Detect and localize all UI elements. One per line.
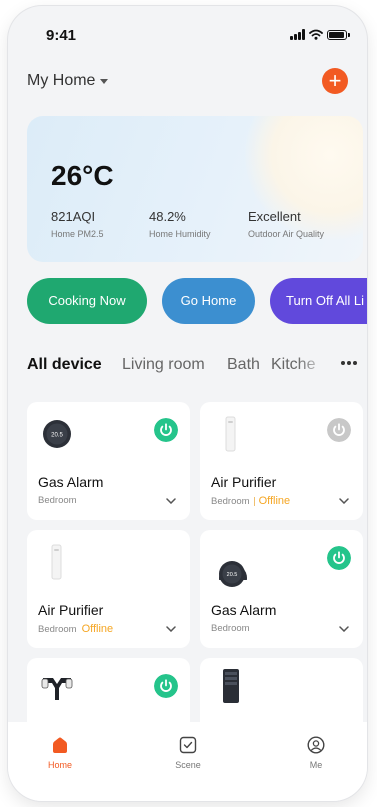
security-camera-icon	[41, 678, 73, 700]
wifi-icon	[309, 29, 323, 40]
tab-living-room[interactable]: Living room	[122, 356, 205, 374]
profile-icon	[307, 736, 325, 754]
stat-air-quality: Excellent Outdoor Air Quality	[248, 209, 324, 239]
battery-icon	[327, 29, 350, 40]
thermostat-icon: 20.5	[43, 420, 71, 448]
signal-icon	[290, 29, 305, 40]
scene-cooking-now-button[interactable]: Cooking Now	[27, 278, 147, 324]
chevron-down-icon[interactable]	[339, 626, 349, 632]
status-time: 9:41	[46, 27, 77, 44]
device-room: Bedroom	[38, 623, 77, 635]
thermostat-icon: 20.5	[219, 561, 245, 587]
device-card[interactable]: Air Purifier Bedroom Offline	[27, 530, 190, 648]
stat-value: Excellent	[248, 209, 301, 224]
status-icons	[290, 29, 350, 40]
device-name: Gas Alarm	[38, 474, 104, 490]
device-room-row: Bedroom	[38, 495, 77, 506]
more-icon[interactable]	[340, 360, 358, 366]
stat-label: Home PM2.5	[51, 229, 104, 239]
device-card[interactable]: 20.5 Gas Alarm Bedroom	[27, 402, 190, 520]
stat-humidity: 48.2% Home Humidity	[149, 209, 211, 239]
offline-status: Offline	[258, 495, 291, 507]
tab-fade	[297, 356, 337, 382]
stat-value: 48.2%	[149, 209, 186, 224]
power-on-icon[interactable]	[327, 546, 351, 570]
device-room-row: Bedroom Offline	[38, 623, 113, 635]
scene-icon	[179, 736, 197, 754]
stat-value: 821AQI	[51, 209, 96, 224]
room-tabs: All device Living room Bath Kitche	[27, 356, 367, 382]
chevron-down-icon[interactable]	[339, 498, 349, 504]
power-on-icon[interactable]	[154, 674, 178, 698]
device-card[interactable]: 20.5 Gas Alarm Bedroom	[200, 530, 363, 648]
device-card[interactable]: Air Purifier Bedroom Offline	[200, 402, 363, 520]
device-room-row: Bedroom	[211, 623, 250, 634]
tab-scene[interactable]: Scene	[148, 736, 228, 770]
device-name: Gas Alarm	[211, 602, 277, 618]
scene-shortcuts: Cooking Now Go Home Turn Off All Li	[27, 278, 367, 324]
control-panel-icon	[223, 669, 239, 703]
device-room: Bedroom	[211, 623, 250, 634]
home-selector[interactable]: My Home	[27, 72, 109, 90]
tab-label: Scene	[175, 760, 201, 770]
stat-pm25: 821AQI Home PM2.5	[51, 209, 104, 239]
power-on-icon[interactable]	[154, 418, 178, 442]
stat-label: Outdoor Air Quality	[248, 229, 325, 239]
home-icon	[53, 737, 67, 753]
tab-all-device[interactable]: All device	[27, 356, 102, 374]
offline-status: Offline	[81, 623, 114, 635]
tab-home[interactable]: Home	[20, 736, 100, 770]
add-button[interactable]: +	[322, 68, 348, 94]
scene-turn-off-all-button[interactable]: Turn Off All Li	[270, 278, 367, 324]
chevron-down-icon[interactable]	[166, 626, 176, 632]
tab-me[interactable]: Me	[276, 736, 356, 770]
air-purifier-icon	[225, 416, 236, 452]
power-off-icon[interactable]	[327, 418, 351, 442]
scene-go-home-button[interactable]: Go Home	[162, 278, 255, 324]
device-room: Bedroom	[211, 495, 250, 507]
weather-card: 26°C 821AQI Home PM2.5 48.2% Home Humidi…	[27, 116, 363, 262]
device-room-row: Bedroom Offline	[211, 495, 290, 507]
device-name: Air Purifier	[38, 602, 104, 618]
home-title: My Home	[27, 72, 96, 89]
caret-down-icon	[100, 78, 109, 84]
device-room: Bedroom	[38, 495, 77, 506]
separator	[253, 496, 255, 506]
bottom-tab-bar: Home Scene Me	[8, 722, 367, 801]
status-bar: 9:41	[8, 6, 367, 50]
phone-screen: 9:41 My Home + 26°C 821AQI Home PM2.5 48…	[8, 6, 367, 801]
tab-bath[interactable]: Bath	[227, 356, 260, 374]
chevron-down-icon[interactable]	[166, 498, 176, 504]
air-purifier-icon	[51, 544, 62, 580]
tab-label: Home	[47, 760, 72, 770]
device-name: Air Purifier	[211, 474, 277, 490]
tab-label: Me	[309, 760, 323, 770]
temperature: 26°C	[51, 160, 114, 191]
thermostat-display: 20.5	[51, 433, 63, 439]
thermostat-display: 20.5	[227, 572, 238, 578]
stat-label: Home Humidity	[149, 229, 211, 239]
